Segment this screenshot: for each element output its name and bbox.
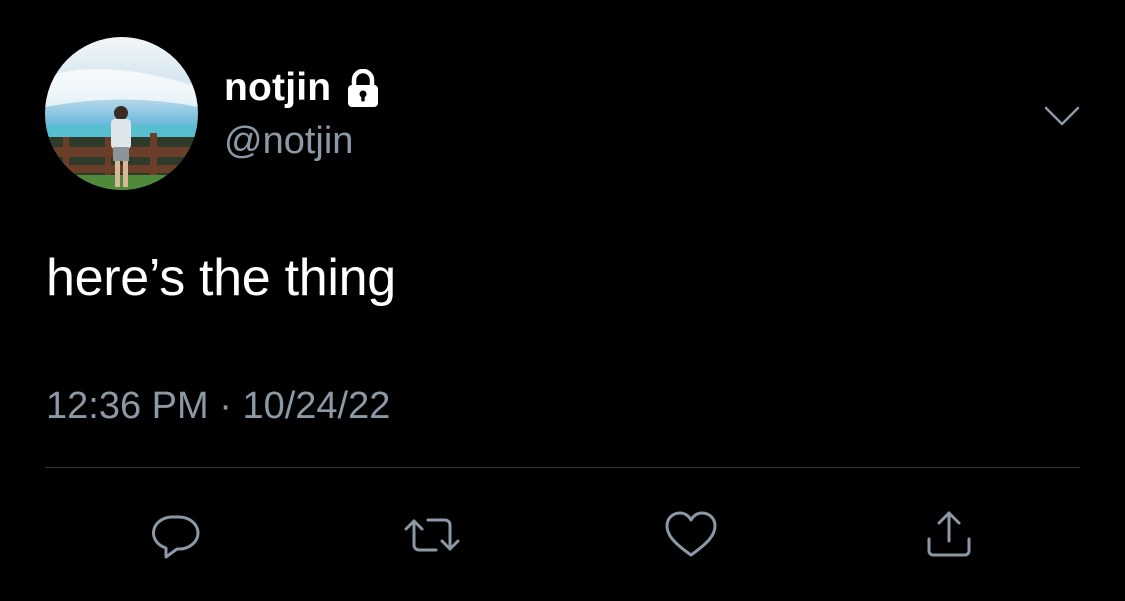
avatar-photo (45, 37, 198, 190)
author-name-row[interactable]: notjin (224, 64, 381, 112)
chevron-down-icon (1044, 106, 1080, 126)
tweet-text: here’s the thing (46, 249, 396, 307)
heart-icon (665, 511, 717, 557)
tweet-date[interactable]: 10/24/22 (242, 385, 390, 427)
tweet-timestamp[interactable]: 12:36 PM · 10/24/22 (46, 382, 390, 430)
share-icon (927, 511, 971, 557)
display-name[interactable]: notjin (224, 64, 331, 112)
divider (45, 467, 1080, 468)
timestamp-separator: · (208, 385, 243, 427)
retweet-button[interactable] (400, 503, 464, 567)
avatar[interactable] (45, 37, 198, 190)
share-button[interactable] (917, 503, 981, 567)
author-handle[interactable]: @notjin (224, 118, 353, 164)
reply-button[interactable] (143, 503, 207, 567)
like-button[interactable] (659, 503, 723, 567)
lock-icon (345, 68, 381, 109)
tweet-time[interactable]: 12:36 PM (46, 385, 209, 427)
reply-icon (151, 515, 200, 559)
tweet-detail: notjin @notjin here’s the thing 12:36 PM… (0, 0, 1125, 601)
tweet-menu-button[interactable] (1038, 96, 1086, 136)
retweet-icon (404, 518, 460, 552)
